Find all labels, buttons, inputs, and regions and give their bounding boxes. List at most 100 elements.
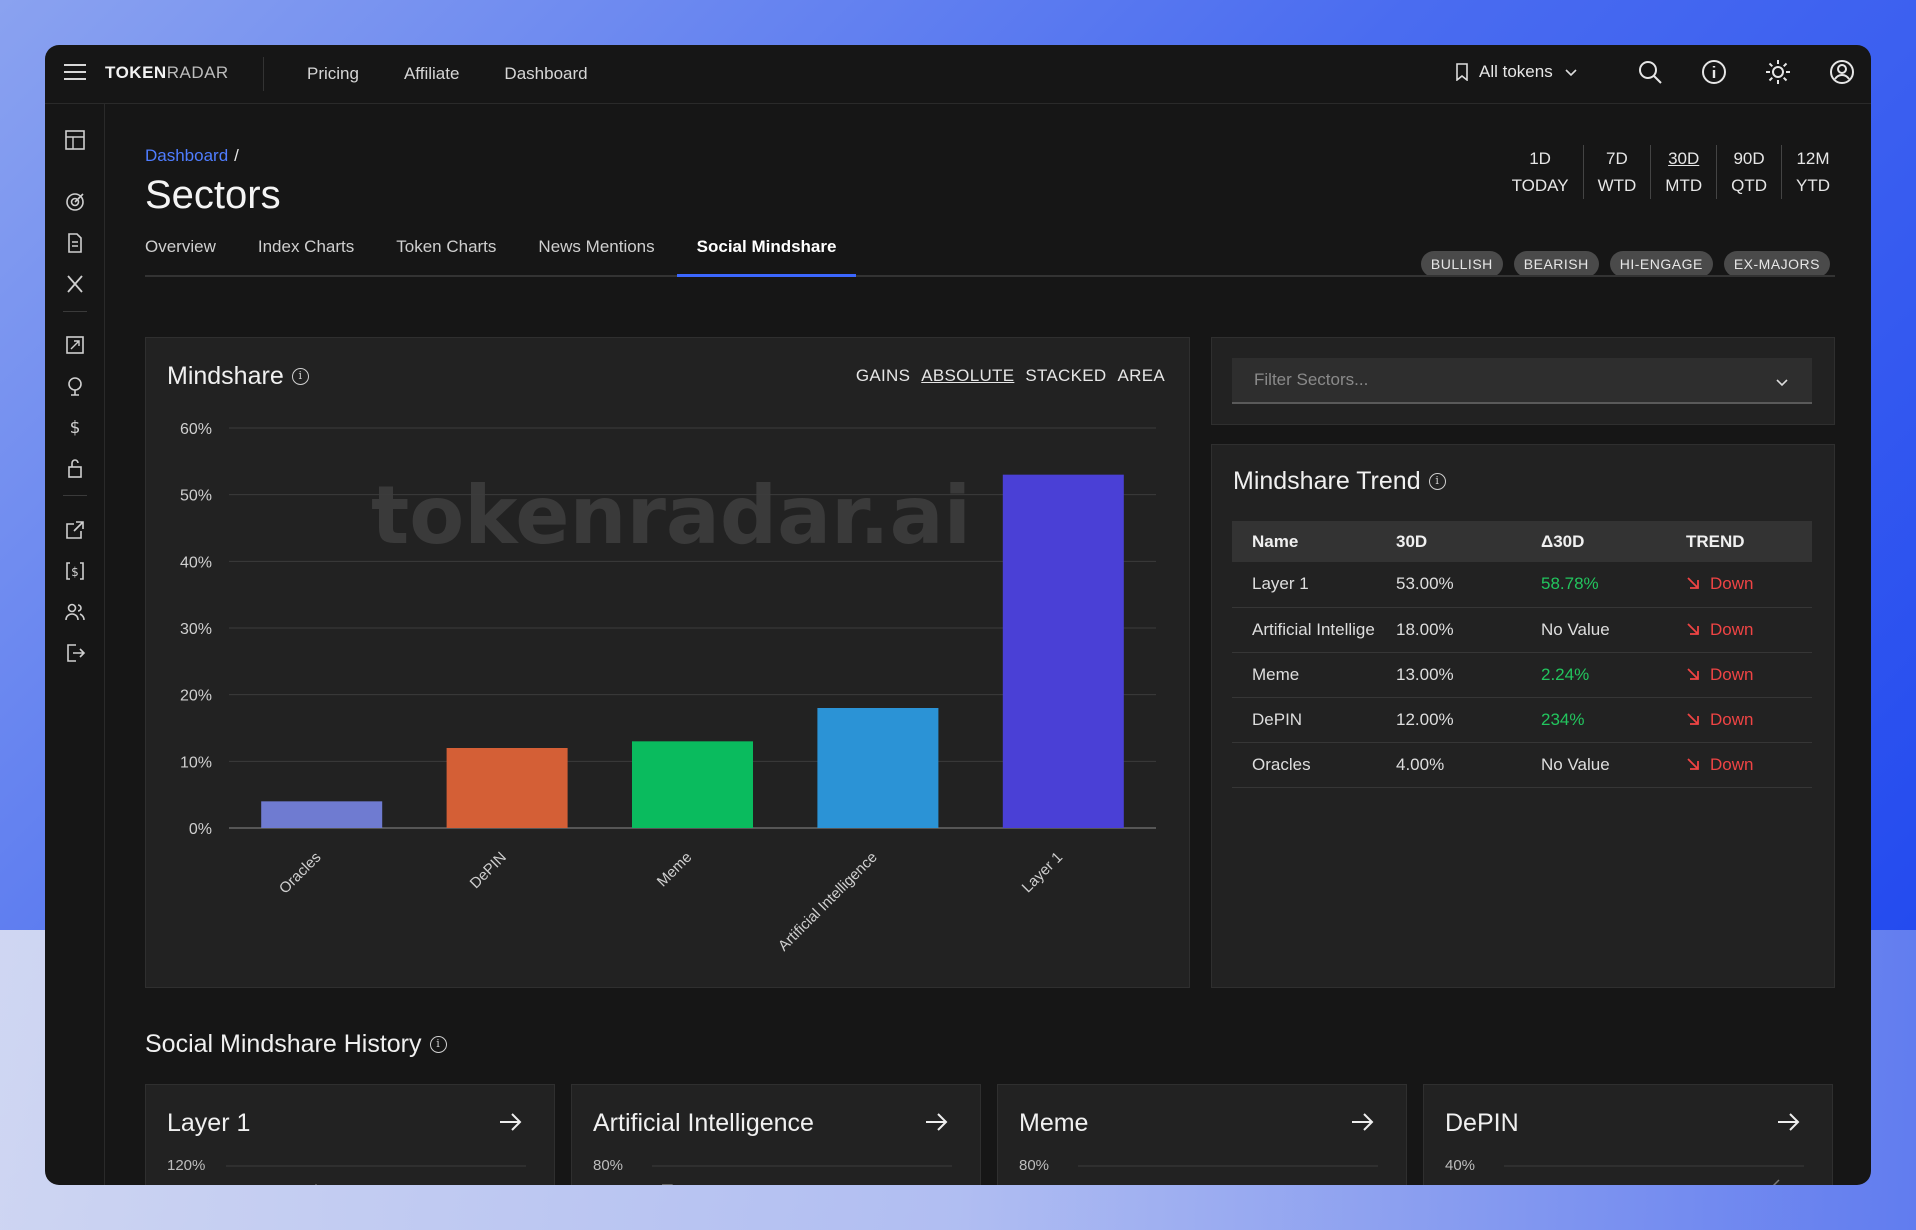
history-y-label: 80% [1019, 1157, 1050, 1174]
row-30d: 53.00% [1376, 562, 1521, 608]
nav-pricing[interactable]: Pricing [307, 64, 359, 84]
period-7d[interactable]: 7D WTD [1584, 145, 1652, 199]
row-delta: No Value [1521, 742, 1666, 788]
tab-news-mentions[interactable]: News Mentions [538, 237, 654, 275]
mindshare-panel: tokenradar.ai 0% 10% 20% 30% 40% 50% 60% Oracles… [145, 337, 1190, 988]
token-select[interactable]: All tokens [1455, 62, 1579, 82]
arrow-right-icon[interactable] [1350, 1111, 1376, 1133]
logo[interactable]: TOKENRADAR [105, 63, 229, 83]
period-1d[interactable]: 1D TODAY [1498, 145, 1584, 199]
info-circle-icon[interactable] [1701, 59, 1727, 85]
table-row[interactable]: Artificial Intelligence18.00%No Value Dow… [1232, 607, 1812, 653]
row-trend: Down [1666, 607, 1812, 653]
info-icon[interactable]: i [1428, 473, 1446, 490]
chevron-down-icon [1565, 69, 1577, 77]
dashboard-grid-icon[interactable] [64, 129, 86, 151]
col-trend[interactable]: TREND [1666, 521, 1812, 562]
menu-icon[interactable] [64, 64, 86, 82]
table-row[interactable]: DePIN 12.00% 234% Down [1232, 697, 1812, 743]
row-trend-label: Down [1710, 664, 1754, 684]
row-delta: 2.24% [1521, 652, 1666, 698]
info-icon[interactable]: i [291, 368, 309, 385]
mindshare-trend-panel: Mindshare Trend i Name 30D Δ30D TREND La… [1211, 444, 1835, 988]
row-trend-label: Down [1710, 574, 1754, 594]
mode-gains[interactable]: GAINS [856, 366, 910, 386]
x-logo-icon[interactable] [64, 273, 86, 295]
mindshare-title-text: Mindshare [167, 362, 284, 390]
arrow-down-right-icon [1687, 757, 1699, 770]
mode-absolute[interactable]: ABSOLUTE [921, 366, 1014, 386]
filter-sectors-select[interactable]: Filter Sectors... [1232, 358, 1812, 404]
lock-open-icon[interactable] [64, 457, 86, 479]
row-name: Artificial Intelligence [1232, 607, 1376, 653]
table-row[interactable]: Layer 1 53.00% 58.78% Down [1232, 562, 1812, 608]
history-card-depin[interactable]: DePIN 40% [1423, 1084, 1833, 1185]
arrow-right-icon[interactable] [498, 1111, 524, 1133]
history-card-artificial-intelligence[interactable]: Artificial Intelligence 80% [571, 1084, 981, 1185]
row-name: DePIN [1232, 697, 1376, 743]
col-30d[interactable]: 30D [1376, 521, 1521, 562]
tab-social-mindshare[interactable]: Social Mindshare [676, 237, 857, 277]
tab-overview[interactable]: Overview [145, 237, 216, 275]
chevron-down-icon [1776, 379, 1788, 387]
svg-text:$: $ [70, 418, 81, 438]
users-icon[interactable] [64, 601, 86, 623]
x-tick-label: Oracles [276, 849, 325, 898]
mode-area[interactable]: AREA [1118, 366, 1166, 386]
chart-mode-selector: GAINS ABSOLUTE STACKED AREA [856, 366, 1165, 386]
x-tick-label: Artificial Intelligence [775, 849, 881, 955]
row-30d: 12.00% [1376, 697, 1521, 743]
target-icon[interactable] [64, 191, 86, 213]
period-90d[interactable]: 90D QTD [1717, 145, 1782, 199]
search-icon[interactable] [1637, 59, 1663, 85]
history-card-meme[interactable]: Meme 80% [997, 1084, 1407, 1185]
user-avatar-icon[interactable] [1829, 59, 1855, 85]
top-nav: Pricing Affiliate Dashboard [307, 64, 588, 84]
table-row[interactable]: Meme 13.00% 2.24% Down [1232, 652, 1812, 698]
arrow-down-right-icon [1687, 622, 1699, 635]
sidebar: $ $ [45, 104, 105, 1185]
row-delta: 234% [1521, 697, 1666, 743]
arrow-right-icon[interactable] [924, 1111, 950, 1133]
external-link-icon[interactable] [64, 519, 86, 541]
history-card-layer-1[interactable]: Layer 1 120% [145, 1084, 555, 1185]
row-30d: 13.00% [1376, 652, 1521, 698]
breadcrumb-dashboard[interactable]: Dashboard [145, 146, 228, 165]
history-title: Social Mindshare History i [145, 1030, 447, 1059]
logout-icon[interactable] [64, 642, 86, 664]
row-trend: Down [1666, 652, 1812, 698]
row-name: Meme [1232, 652, 1376, 698]
x-tick-label: DePIN [467, 849, 510, 892]
nav-affiliate[interactable]: Affiliate [404, 64, 459, 84]
sun-icon[interactable] [1765, 59, 1791, 85]
col-delta-30d[interactable]: Δ30D [1521, 521, 1666, 562]
price-tag-icon[interactable]: $ [64, 560, 86, 582]
tab-token-charts[interactable]: Token Charts [396, 237, 496, 275]
tab-bar: Overview Index Charts Token Charts News … [145, 237, 1835, 277]
globe-icon[interactable] [64, 375, 86, 397]
col-name[interactable]: Name [1232, 521, 1376, 562]
top-icons [1637, 59, 1855, 85]
bar-layer-1 [1002, 474, 1124, 828]
bar-artificial-intelligence [817, 708, 939, 828]
row-trend: Down [1666, 697, 1812, 743]
info-icon[interactable]: i [429, 1036, 447, 1053]
nav-dashboard[interactable]: Dashboard [504, 64, 587, 84]
mindshare-title: Mindshare i [167, 362, 309, 391]
period-12m[interactable]: 12M YTD [1782, 145, 1835, 199]
dollar-icon[interactable]: $ [64, 416, 86, 438]
tab-index-charts[interactable]: Index Charts [258, 237, 354, 275]
trend-title-text: Mindshare Trend [1233, 467, 1421, 495]
table-row[interactable]: Oracles 4.00% No Value Down [1232, 742, 1812, 788]
history-y-label: 80% [593, 1157, 624, 1174]
document-icon[interactable] [64, 232, 86, 254]
arrow-right-icon[interactable] [1776, 1111, 1802, 1133]
history-y-label: 120% [167, 1157, 206, 1174]
sidebar-separator [63, 311, 87, 312]
history-card-title: Artificial Intelligence [593, 1109, 814, 1137]
row-delta: 58.78% [1521, 562, 1666, 608]
mode-stacked[interactable]: STACKED [1025, 366, 1106, 386]
expand-icon[interactable] [64, 334, 86, 356]
top-bar-divider [263, 57, 264, 91]
period-30d[interactable]: 30D MTD [1651, 145, 1718, 199]
